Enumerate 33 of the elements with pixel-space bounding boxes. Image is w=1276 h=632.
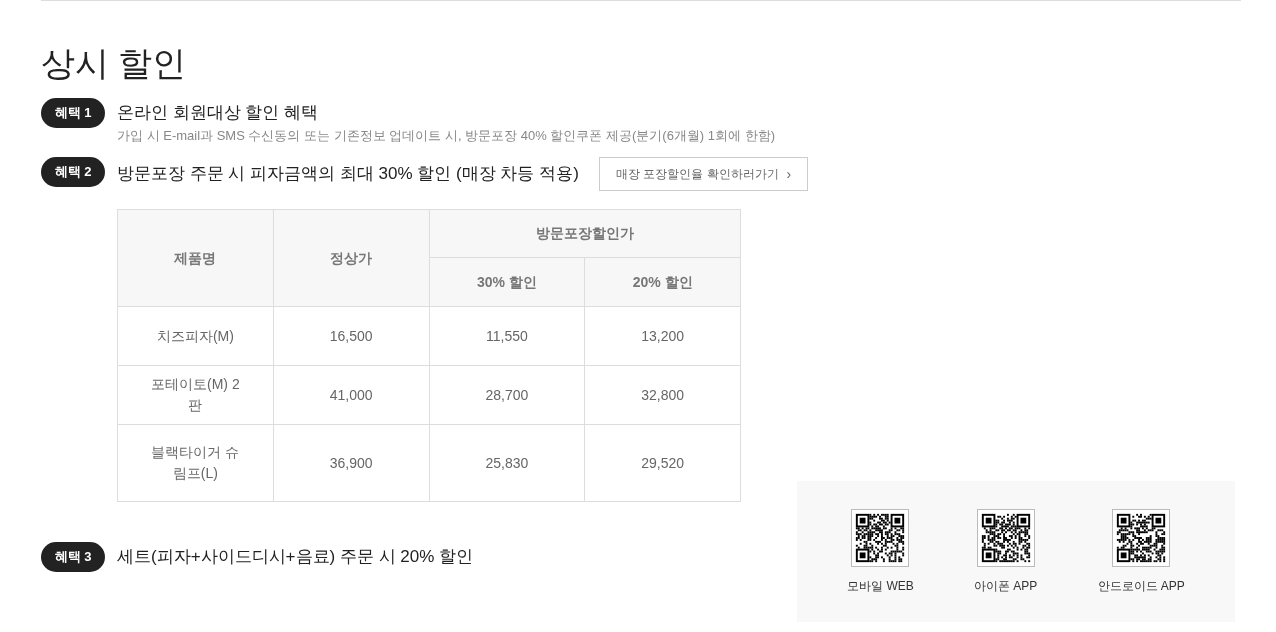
store-rate-link[interactable]: 매장 포장할인율 확인하러가기 › (598, 157, 809, 191)
section-title: 상시 할인 (41, 43, 187, 84)
qr-code (851, 508, 910, 567)
table-cell-text: 28,700 (485, 385, 529, 405)
table-cell-text: 36,900 (329, 453, 373, 473)
table-cell-text: 11,550 (486, 326, 528, 346)
column-header: 30% 할인 (429, 257, 585, 307)
column-header: 정상가 (273, 209, 429, 307)
table-cell-text: 13,200 (641, 326, 685, 346)
table-cell-text: 25,830 (485, 453, 529, 473)
table-cell-text: 29,520 (641, 453, 685, 473)
benefit-heading: 세트(피자+사이드디시+음료) 주문 시 20% 할인 (117, 546, 474, 568)
qr-label: 모바일 WEB (847, 577, 914, 595)
benefit-badge: 혜택 2 (41, 157, 105, 187)
table-cell-text: 32,800 (641, 385, 685, 405)
benefit-badge: 혜택 3 (41, 542, 105, 572)
benefit-description: 가입 시 E-mail과 SMS 수신동의 또는 기존정보 업데이트 시, 방문포장 40% 할인쿠폰 제공(분기(6개월) 1회에 한함) (117, 128, 775, 144)
column-header: 20% 할인 (584, 257, 741, 307)
table-cell-text: 41,000 (329, 385, 373, 405)
benefit-heading: 방문포장 주문 시 피자금액의 최대 30% 할인 (매장 차등 적용) (117, 163, 579, 185)
column-header: 방문포장할인가 (429, 209, 741, 258)
benefit-heading: 온라인 회원대상 할인 혜택 (117, 102, 319, 124)
column-header: 제품명 (117, 209, 274, 307)
qr-label: 아이폰 APP (973, 577, 1038, 595)
qr-code (976, 508, 1035, 567)
qr-label: 안드로이드 APP (1097, 577, 1185, 595)
table-cell-text: 치즈피자(M) (156, 326, 234, 346)
qr-code (1112, 508, 1171, 567)
benefit-badge: 혜택 1 (41, 98, 105, 128)
table-cell-text: 16,500 (329, 326, 373, 346)
table-cell-text: 포테이토(M) 2판 (150, 375, 241, 415)
table-cell-text: 블랙타이거 슈림프(L) (150, 443, 241, 483)
chevron-icon: › (786, 163, 792, 185)
